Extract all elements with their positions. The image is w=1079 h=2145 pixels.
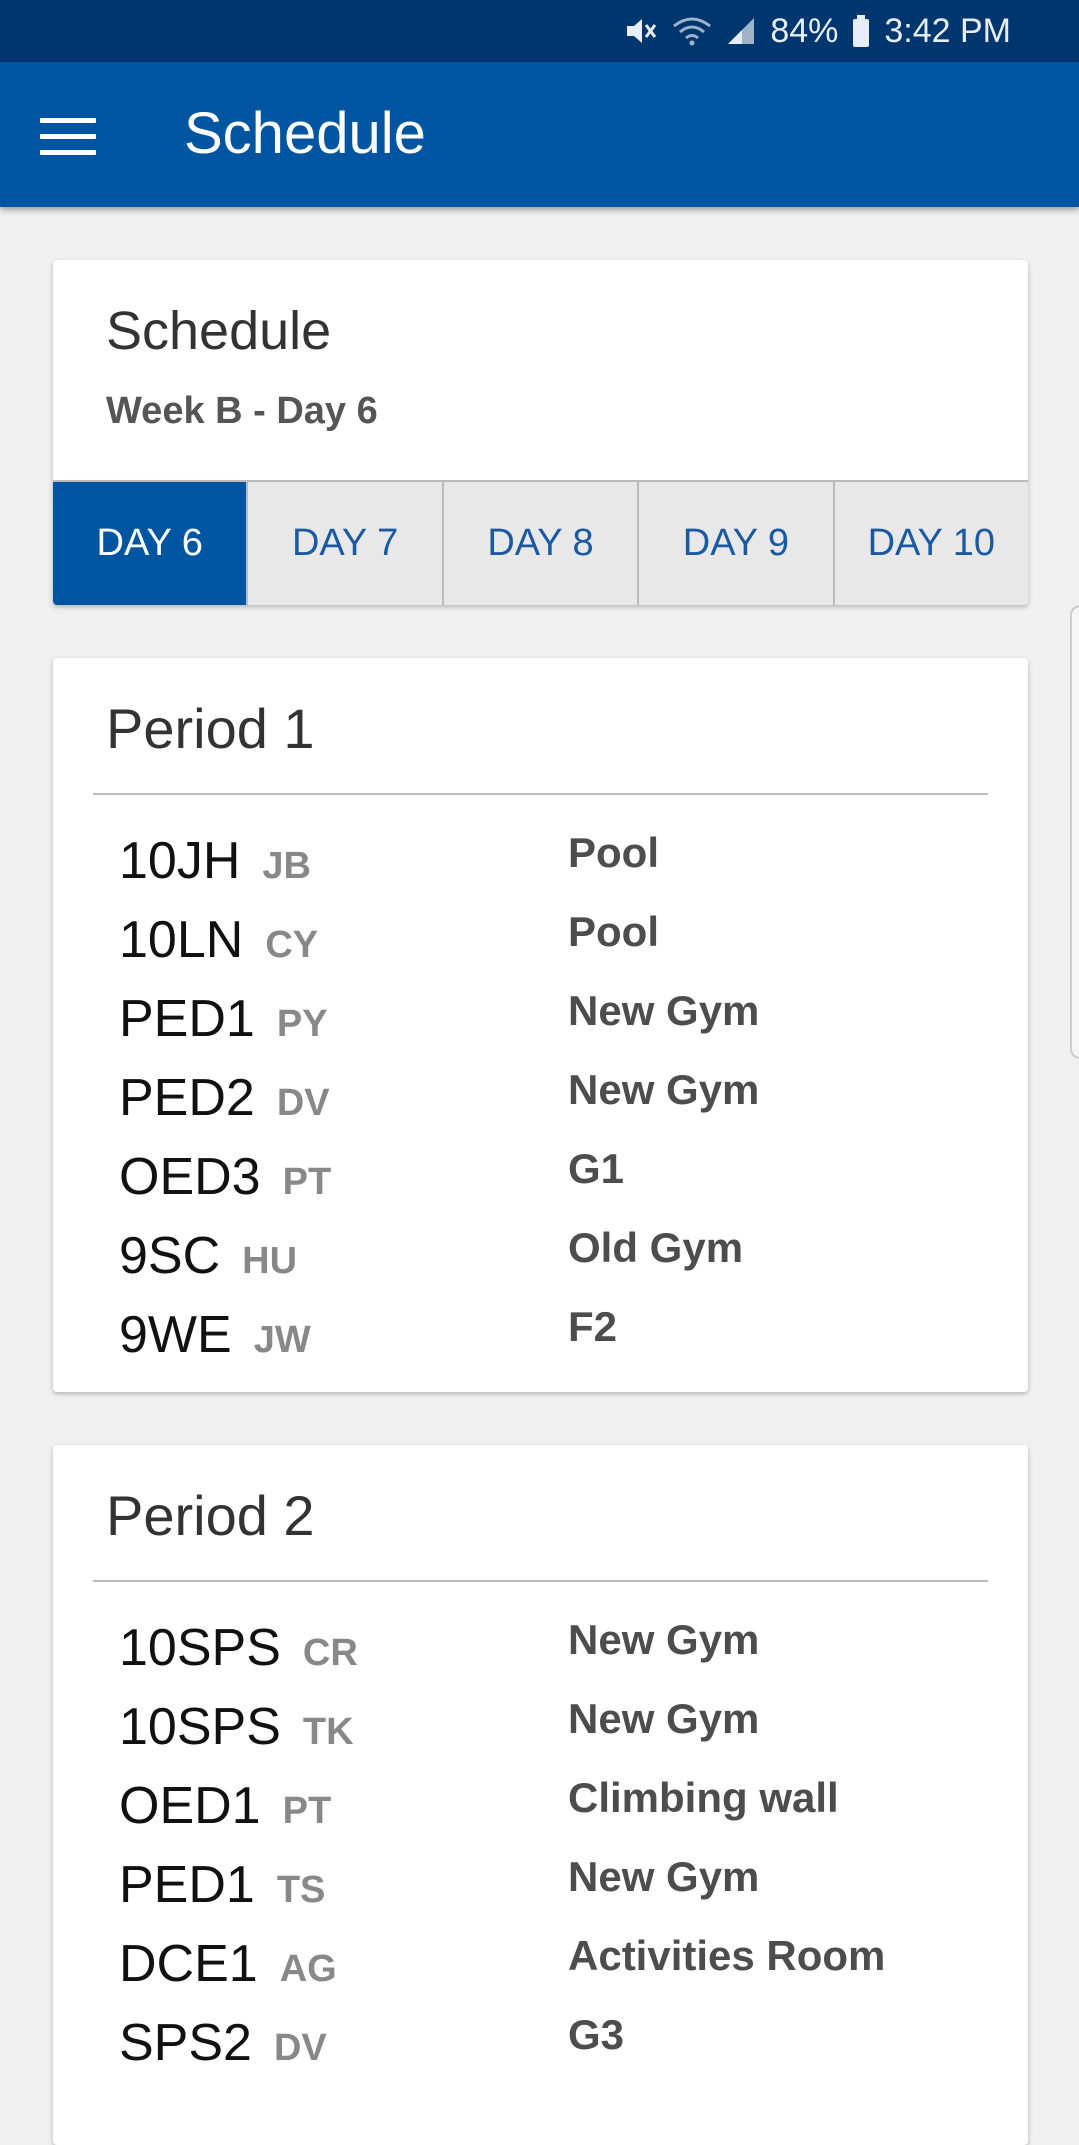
class-row[interactable]: PED1 TS New Gym bbox=[53, 1847, 1028, 1926]
class-code: PED2 bbox=[119, 1069, 255, 1127]
class-row[interactable]: OED1 PT Climbing wall bbox=[53, 1768, 1028, 1847]
period-title: Period 1 bbox=[106, 697, 315, 760]
class-code-wrap: PED1 PY bbox=[119, 989, 328, 1049]
tab-day-6[interactable]: DAY 6 bbox=[53, 482, 247, 605]
room: Pool bbox=[568, 829, 659, 876]
app-title: Schedule bbox=[184, 101, 426, 166]
teacher-initials: AG bbox=[279, 1948, 337, 1990]
class-row[interactable]: 9SC HU Old Gym bbox=[53, 1218, 1028, 1297]
teacher-initials: HU bbox=[242, 1240, 298, 1282]
teacher-initials: PT bbox=[282, 1161, 332, 1203]
divider bbox=[93, 1580, 988, 1582]
room: New Gym bbox=[568, 1616, 760, 1663]
class-code: 9WE bbox=[119, 1306, 232, 1364]
class-code: SPS2 bbox=[119, 2014, 252, 2072]
teacher-initials: DV bbox=[273, 2027, 327, 2069]
class-row[interactable]: OED3 PT G1 bbox=[53, 1139, 1028, 1218]
class-code: OED3 bbox=[119, 1148, 261, 1206]
battery-percent: 84% bbox=[770, 11, 839, 50]
mute-icon bbox=[624, 16, 658, 46]
teacher-initials: PT bbox=[282, 1790, 332, 1832]
signal-icon bbox=[726, 16, 756, 46]
room: Old Gym bbox=[568, 1224, 744, 1271]
battery-icon bbox=[852, 15, 870, 47]
room: New Gym bbox=[568, 1853, 760, 1900]
class-row[interactable]: PED2 DV New Gym bbox=[53, 1060, 1028, 1139]
day-tabs: DAY 6 DAY 7 DAY 8 DAY 9 DAY 10 bbox=[53, 480, 1028, 605]
status-bar: 84% 3:42 PM bbox=[0, 0, 1079, 62]
room: G3 bbox=[568, 2011, 625, 2058]
class-code: PED1 bbox=[119, 1856, 255, 1914]
class-list: 10JH JB Pool 10LN CY Pool PED1 PY New Gym P… bbox=[53, 823, 1028, 1376]
teacher-initials: JB bbox=[262, 845, 311, 887]
class-code-wrap: 10SPS CR bbox=[119, 1618, 358, 1678]
room: G1 bbox=[568, 1145, 625, 1192]
tab-day-10[interactable]: DAY 10 bbox=[832, 482, 1028, 605]
class-row[interactable]: 9WE JW F2 bbox=[53, 1297, 1028, 1376]
class-code-wrap: 9SC HU bbox=[119, 1226, 297, 1286]
class-code-wrap: PED1 TS bbox=[119, 1855, 325, 1915]
class-code-wrap: DCE1 AG bbox=[119, 1934, 337, 1994]
class-row[interactable]: 10SPS CR New Gym bbox=[53, 1610, 1028, 1689]
period-title: Period 2 bbox=[106, 1484, 315, 1547]
period-card: Period 2 10SPS CR New Gym 10SPS TK New Gym… bbox=[53, 1445, 1028, 2145]
room: New Gym bbox=[568, 1695, 760, 1742]
room: Activities Room bbox=[568, 1932, 886, 1979]
class-code: PED1 bbox=[119, 990, 255, 1048]
week-day-subtitle: Week B - Day 6 bbox=[106, 390, 378, 432]
teacher-initials: CY bbox=[265, 924, 319, 966]
schedule-header-card: Schedule Week B - Day 6 DAY 6 DAY 7 DAY … bbox=[53, 260, 1028, 605]
class-row[interactable]: 10JH JB Pool bbox=[53, 823, 1028, 902]
class-code-wrap: 10SPS TK bbox=[119, 1697, 354, 1757]
class-list: 10SPS CR New Gym 10SPS TK New Gym OED1 PT C… bbox=[53, 1610, 1028, 2084]
clock: 3:42 PM bbox=[884, 11, 1011, 50]
class-row[interactable]: 10SPS TK New Gym bbox=[53, 1689, 1028, 1768]
divider bbox=[93, 793, 988, 795]
class-code: 10JH bbox=[119, 832, 241, 890]
class-code-wrap: 10LN CY bbox=[119, 910, 318, 970]
teacher-initials: PY bbox=[276, 1003, 328, 1045]
class-code-wrap: OED3 PT bbox=[119, 1147, 331, 1207]
tab-day-7[interactable]: DAY 7 bbox=[246, 482, 442, 605]
class-code: OED1 bbox=[119, 1777, 261, 1835]
hamburger-icon[interactable] bbox=[40, 106, 104, 166]
teacher-initials: DV bbox=[276, 1082, 330, 1124]
teacher-initials: TS bbox=[276, 1869, 326, 1911]
wifi-icon bbox=[672, 16, 712, 46]
class-code-wrap: 9WE JW bbox=[119, 1305, 311, 1365]
room: Pool bbox=[568, 908, 659, 955]
class-code: 10SPS bbox=[119, 1698, 281, 1756]
class-row[interactable]: SPS2 DV G3 bbox=[53, 2005, 1028, 2084]
class-code-wrap: PED2 DV bbox=[119, 1068, 330, 1128]
room: New Gym bbox=[568, 987, 760, 1034]
class-code: DCE1 bbox=[119, 1935, 258, 1993]
class-row[interactable]: 10LN CY Pool bbox=[53, 902, 1028, 981]
room: Climbing wall bbox=[568, 1774, 839, 1821]
period-card: Period 1 10JH JB Pool 10LN CY Pool PED1 PY … bbox=[53, 658, 1028, 1392]
room: New Gym bbox=[568, 1066, 760, 1113]
tab-day-9[interactable]: DAY 9 bbox=[637, 482, 833, 605]
teacher-initials: TK bbox=[302, 1711, 354, 1753]
teacher-initials: CR bbox=[302, 1632, 358, 1674]
room: F2 bbox=[568, 1303, 618, 1350]
tab-day-8[interactable]: DAY 8 bbox=[441, 482, 638, 605]
class-code: 10LN bbox=[119, 911, 244, 969]
teacher-initials: JW bbox=[253, 1319, 311, 1361]
scroll-edge-indicator bbox=[1070, 605, 1079, 1059]
class-code-wrap: OED1 PT bbox=[119, 1776, 331, 1836]
card-title: Schedule bbox=[106, 301, 332, 361]
class-code-wrap: SPS2 DV bbox=[119, 2013, 327, 2073]
class-code: 10SPS bbox=[119, 1619, 281, 1677]
class-row[interactable]: PED1 PY New Gym bbox=[53, 981, 1028, 1060]
app-bar: Schedule bbox=[0, 62, 1079, 207]
class-code: 9SC bbox=[119, 1227, 221, 1285]
class-row[interactable]: DCE1 AG Activities Room bbox=[53, 1926, 1028, 2005]
class-code-wrap: 10JH JB bbox=[119, 831, 311, 891]
